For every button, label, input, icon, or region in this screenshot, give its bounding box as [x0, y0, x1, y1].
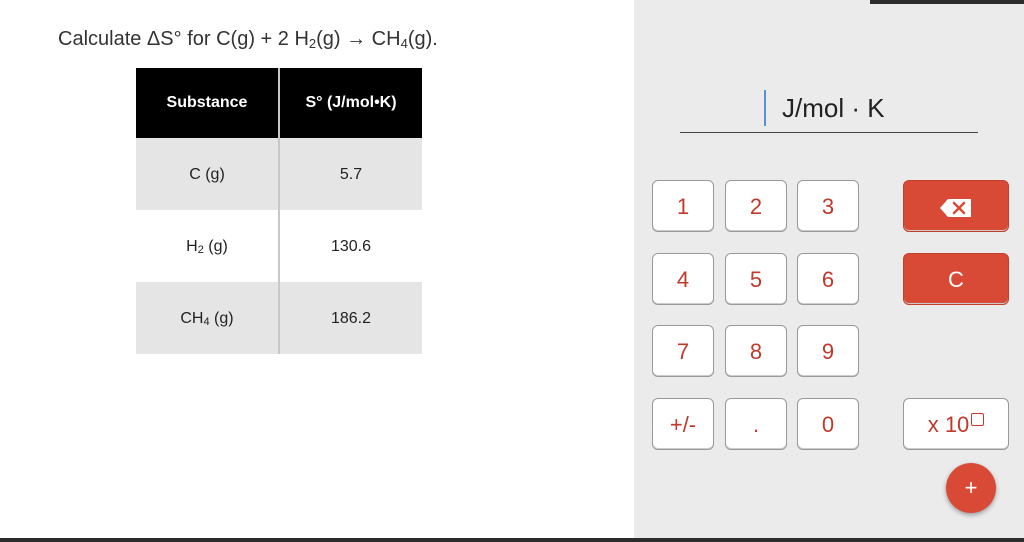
substance-cell: H2 (g) — [136, 210, 280, 282]
key-2[interactable]: 2 — [725, 180, 787, 232]
clear-button[interactable]: C — [903, 253, 1009, 305]
table-row: CH4 (g) 186.2 — [136, 282, 422, 354]
exponent-box-icon — [971, 413, 985, 426]
key-5[interactable]: 5 — [725, 253, 787, 305]
value-cell: 186.2 — [279, 282, 422, 354]
table-row: C (g) 5.7 — [136, 138, 422, 210]
key-4[interactable]: 4 — [652, 253, 714, 305]
header-entropy: S° (J/mol•K) — [279, 68, 422, 138]
key-7[interactable]: 7 — [652, 325, 714, 377]
top-divider — [870, 0, 1024, 4]
entropy-table: Substance S° (J/mol•K) C (g) 5.7 H2 (g) … — [136, 68, 422, 354]
bottom-divider — [0, 538, 1024, 542]
substance-cell: C (g) — [136, 138, 280, 210]
question-text: Calculate ΔS° for C(g) + 2 H2(g) → CH4(g… — [58, 28, 438, 51]
decimal-button[interactable]: . — [725, 398, 787, 450]
backspace-button[interactable] — [903, 180, 1009, 232]
plus-minus-button[interactable]: +/- — [652, 398, 714, 450]
header-substance: Substance — [136, 68, 280, 138]
text-cursor — [764, 90, 766, 126]
key-6[interactable]: 6 — [797, 253, 859, 305]
key-9[interactable]: 9 — [797, 325, 859, 377]
value-cell: 130.6 — [279, 210, 422, 282]
question-panel: Calculate ΔS° for C(g) + 2 H2(g) → CH4(g… — [0, 0, 634, 542]
value-cell: 5.7 — [279, 138, 422, 210]
key-3[interactable]: 3 — [797, 180, 859, 232]
add-button[interactable]: + — [946, 463, 996, 513]
answer-unit: J/mol · K — [782, 93, 885, 123]
key-0[interactable]: 0 — [797, 398, 859, 450]
table-row: H2 (g) 130.6 — [136, 210, 422, 282]
substance-cell: CH4 (g) — [136, 282, 280, 354]
key-8[interactable]: 8 — [725, 325, 787, 377]
times-ten-power-button[interactable]: x 10 — [903, 398, 1009, 450]
backspace-icon — [940, 199, 971, 218]
key-1[interactable]: 1 — [652, 180, 714, 232]
